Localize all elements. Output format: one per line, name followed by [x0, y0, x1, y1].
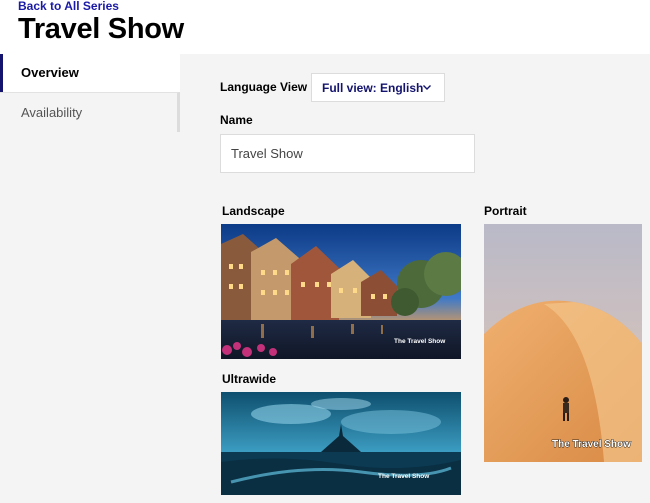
landscape-image[interactable]: The Travel Show — [221, 224, 461, 359]
sidebar: Overview Availability — [0, 54, 180, 132]
landscape-watermark: The Travel Show — [394, 338, 446, 345]
ultrawide-watermark: The Travel Show — [378, 473, 430, 480]
portrait-image[interactable]: The Travel Show — [484, 224, 642, 462]
portrait-label: Portrait — [484, 204, 527, 218]
language-view-value: Full view: English — [322, 80, 424, 95]
ultrawide-label: Ultrawide — [222, 372, 277, 386]
page-title: Travel Show — [18, 13, 184, 45]
name-input[interactable] — [220, 134, 475, 173]
name-field-label: Name — [220, 113, 253, 127]
language-view-select[interactable]: Full view: English — [311, 73, 445, 102]
language-view-label: Language View — [220, 80, 308, 94]
portrait-watermark: The Travel Show — [552, 439, 631, 450]
sidebar-item-overview[interactable]: Overview — [0, 54, 180, 92]
landscape-label: Landscape — [222, 204, 285, 218]
page-header: Back to All Series Travel Show — [0, 0, 650, 54]
ultrawide-image[interactable]: The Travel Show — [221, 392, 461, 495]
chevron-down-icon — [423, 85, 431, 90]
sidebar-item-availability[interactable]: Availability — [0, 92, 180, 132]
